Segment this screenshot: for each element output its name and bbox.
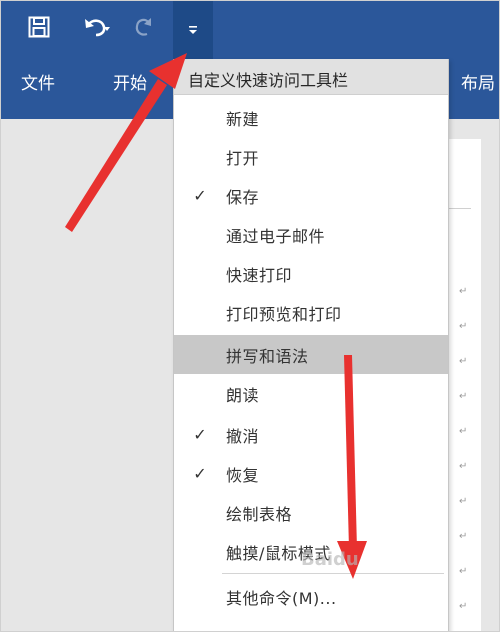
check-icon: ✓ <box>193 425 207 444</box>
tab-home[interactable]: 开始 <box>113 69 147 94</box>
menu-item-label: 新建 <box>226 109 260 129</box>
paragraph-mark: ↵ <box>459 356 468 367</box>
menu-item-more-commands[interactable]: 其他命令(M)... <box>174 577 448 616</box>
check-icon: ✓ <box>193 186 207 205</box>
paragraph-mark: ↵ <box>459 426 468 437</box>
menu-item-print-preview[interactable]: 打印预览和打印 <box>174 293 448 332</box>
customize-dropdown-icon <box>189 26 197 34</box>
menu-item-undo[interactable]: ✓ 撤消 <box>174 415 448 454</box>
menu-item-email[interactable]: 通过电子邮件 <box>174 215 448 254</box>
undo-button[interactable] <box>71 9 123 45</box>
menu-separator <box>222 573 444 574</box>
menu-item-label: 保存 <box>226 187 260 207</box>
redo-button[interactable] <box>129 9 159 45</box>
paragraph-mark: ↵ <box>459 286 468 297</box>
menu-item-label: 打印预览和打印 <box>226 304 342 324</box>
paragraph-mark: ↵ <box>459 461 468 472</box>
undo-icon <box>85 19 110 37</box>
menu-item-read-aloud[interactable]: 朗读 <box>174 374 448 413</box>
menu-item-label: 拼写和语法 <box>226 346 309 366</box>
menu-item-save[interactable]: ✓ 保存 <box>174 176 448 215</box>
menu-header: 自定义快速访问工具栏 <box>174 59 448 95</box>
paragraph-mark: ↵ <box>459 496 468 507</box>
menu-item-label: 绘制表格 <box>226 504 293 524</box>
tab-layout[interactable]: 布局 <box>461 69 495 94</box>
check-icon: ✓ <box>193 464 207 483</box>
menu-item-label: 快速打印 <box>226 265 293 285</box>
customize-quick-access-menu: 自定义快速访问工具栏 新建 打开 ✓ 保存 通过电子邮件 快速打印 打印预览和打… <box>173 59 449 631</box>
menu-item-label: 撤消 <box>226 426 260 446</box>
menu-item-redo[interactable]: ✓ 恢复 <box>174 454 448 493</box>
menu-item-new[interactable]: 新建 <box>174 98 448 137</box>
save-button[interactable] <box>21 9 57 45</box>
paragraph-mark: ↵ <box>459 601 468 612</box>
menu-item-label: 朗读 <box>226 385 260 405</box>
app-window: 文件 开始 布局 ↵ ↵ ↵ ↵ ↵ ↵ ↵ ↵ ↵ ↵ 自定义快速访问工具栏 … <box>0 0 500 632</box>
paragraph-mark: ↵ <box>459 321 468 332</box>
menu-item-draw-table[interactable]: 绘制表格 <box>174 493 448 532</box>
title-bar <box>1 1 499 59</box>
tab-file[interactable]: 文件 <box>21 69 55 94</box>
menu-item-label: 通过电子邮件 <box>226 226 326 246</box>
customize-quick-access-button[interactable] <box>173 1 213 59</box>
menu-item-open[interactable]: 打开 <box>174 137 448 176</box>
menu-item-label: 恢复 <box>226 465 260 485</box>
watermark: Baidu <box>301 549 359 570</box>
paragraph-mark: ↵ <box>459 566 468 577</box>
menu-item-label: 其他命令(M)... <box>226 588 337 608</box>
menu-item-label: 打开 <box>226 148 260 168</box>
redo-icon <box>135 18 151 36</box>
paragraph-mark: ↵ <box>459 531 468 542</box>
save-icon <box>28 16 50 38</box>
menu-item-spelling-grammar[interactable]: 拼写和语法 <box>174 335 448 374</box>
paragraph-mark: ↵ <box>459 391 468 402</box>
menu-item-quick-print[interactable]: 快速打印 <box>174 254 448 293</box>
